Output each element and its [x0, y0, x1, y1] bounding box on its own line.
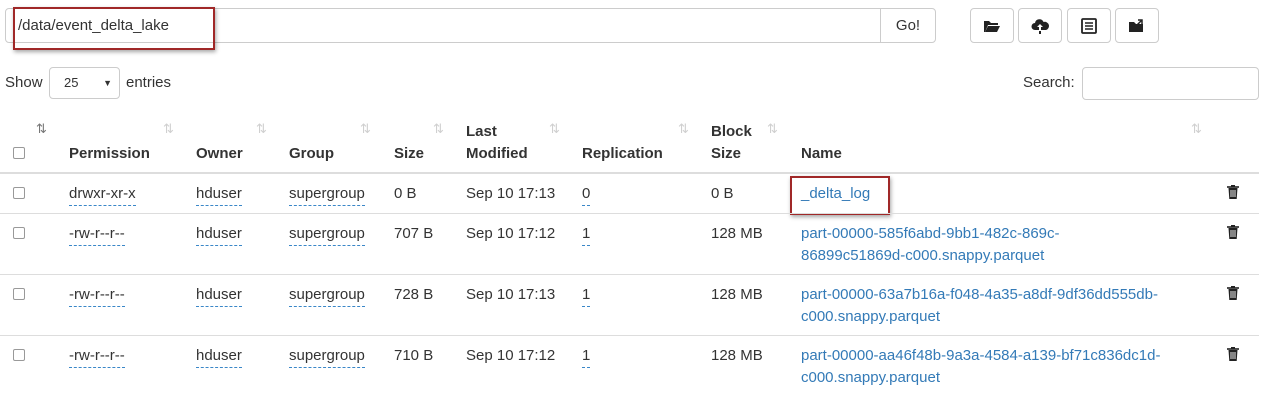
permission-cell[interactable]: -rw-r--r-- — [69, 345, 125, 368]
modified-cell: Sep 10 17:13 — [466, 185, 556, 202]
header-owner[interactable]: Owner — [196, 143, 243, 165]
upload-button[interactable] — [1018, 8, 1062, 43]
header-divider — [0, 172, 1259, 174]
row-checkbox[interactable] — [13, 187, 25, 199]
trash-icon[interactable] — [1226, 346, 1240, 362]
search-label: Search: — [1023, 74, 1075, 91]
sort-icon: ⇅ — [1191, 121, 1202, 136]
header-group[interactable]: Group — [289, 143, 334, 165]
replication-cell[interactable]: 1 — [582, 284, 591, 307]
sort-icon: ⇅ — [256, 121, 267, 136]
group-cell[interactable]: supergroup — [289, 223, 365, 246]
sort-icon: ⇅ — [678, 121, 689, 136]
block-size-cell: 128 MB — [711, 286, 763, 303]
replication-cell[interactable]: 0 — [582, 183, 591, 206]
entries-select[interactable]: 25 ▼ — [49, 67, 120, 99]
file-name-link[interactable]: part-00000-63a7b16a-f048-4a35-a8df-9df36… — [801, 284, 1158, 306]
modified-cell: Sep 10 17:12 — [466, 225, 556, 242]
group-cell[interactable]: supergroup — [289, 183, 365, 206]
group-cell[interactable]: supergroup — [289, 345, 365, 368]
row-checkbox[interactable] — [13, 288, 25, 300]
file-name-link-line2[interactable]: c000.snappy.parquet — [801, 367, 940, 389]
modified-cell: Sep 10 17:12 — [466, 347, 556, 364]
header-name[interactable]: Name — [801, 143, 842, 165]
entries-label: entries — [126, 74, 172, 91]
header-block-size-line1[interactable]: Block — [711, 121, 752, 143]
header-replication[interactable]: Replication — [582, 143, 663, 165]
sort-icon: ⇅ — [549, 121, 560, 136]
path-input[interactable] — [5, 8, 881, 43]
search-input[interactable] — [1082, 67, 1259, 100]
replication-cell[interactable]: 1 — [582, 223, 591, 246]
block-size-cell: 128 MB — [711, 347, 763, 364]
sort-icon: ⇅ — [360, 121, 371, 136]
list-view-button[interactable] — [1067, 8, 1111, 43]
trash-icon[interactable] — [1226, 285, 1240, 301]
owner-cell[interactable]: hduser — [196, 284, 242, 307]
select-all-checkbox[interactable] — [13, 147, 25, 159]
go-button[interactable]: Go! — [880, 8, 936, 43]
create-directory-button[interactable] — [970, 8, 1014, 43]
sort-icon: ⇅ — [163, 121, 174, 136]
row-divider — [0, 335, 1259, 336]
file-name-link[interactable]: _delta_log — [801, 183, 870, 205]
size-cell: 0 B — [394, 185, 417, 202]
header-size[interactable]: Size — [394, 143, 424, 165]
move-button[interactable] — [1115, 8, 1159, 43]
size-cell: 728 B — [394, 286, 434, 303]
row-divider — [0, 213, 1259, 214]
folder-move-icon — [1129, 18, 1143, 32]
replication-cell[interactable]: 1 — [582, 345, 591, 368]
owner-cell[interactable]: hduser — [196, 223, 242, 246]
folder-open-icon — [984, 20, 1000, 32]
size-cell: 710 B — [394, 347, 434, 364]
file-name-link-line2[interactable]: c000.snappy.parquet — [801, 306, 940, 328]
block-size-cell: 0 B — [711, 185, 734, 202]
sort-asc-icon: ⇅ — [36, 121, 47, 136]
row-checkbox[interactable] — [13, 349, 25, 361]
owner-cell[interactable]: hduser — [196, 345, 242, 368]
header-last-modified-line2[interactable]: Modified — [466, 143, 528, 165]
row-divider — [0, 274, 1259, 275]
group-cell[interactable]: supergroup — [289, 284, 365, 307]
list-alt-icon — [1081, 17, 1097, 34]
block-size-cell: 128 MB — [711, 225, 763, 242]
permission-cell[interactable]: -rw-r--r-- — [69, 284, 125, 307]
row-checkbox[interactable] — [13, 227, 25, 239]
show-label: Show — [5, 74, 43, 91]
header-block-size-line2[interactable]: Size — [711, 143, 741, 165]
cloud-upload-icon — [1031, 18, 1049, 34]
permission-cell[interactable]: -rw-r--r-- — [69, 223, 125, 246]
header-permission[interactable]: Permission — [69, 143, 150, 165]
entries-select-value: 25 — [64, 75, 79, 90]
file-name-link[interactable]: part-00000-585f6abd-9bb1-482c-869c- — [801, 223, 1060, 245]
chevron-down-icon: ▼ — [103, 78, 112, 88]
path-bar: Go! — [5, 8, 936, 45]
modified-cell: Sep 10 17:13 — [466, 286, 556, 303]
file-name-link[interactable]: part-00000-aa46f48b-9a3a-4584-a139-bf71c… — [801, 345, 1160, 367]
permission-cell[interactable]: drwxr-xr-x — [69, 183, 136, 206]
trash-icon[interactable] — [1226, 224, 1240, 240]
sort-icon: ⇅ — [767, 121, 778, 136]
file-name-link-line2[interactable]: 86899c51869d-c000.snappy.parquet — [801, 245, 1044, 267]
header-last-modified-line1[interactable]: Last — [466, 121, 497, 143]
size-cell: 707 B — [394, 225, 434, 242]
owner-cell[interactable]: hduser — [196, 183, 242, 206]
sort-icon: ⇅ — [433, 121, 444, 136]
trash-icon[interactable] — [1226, 184, 1240, 200]
